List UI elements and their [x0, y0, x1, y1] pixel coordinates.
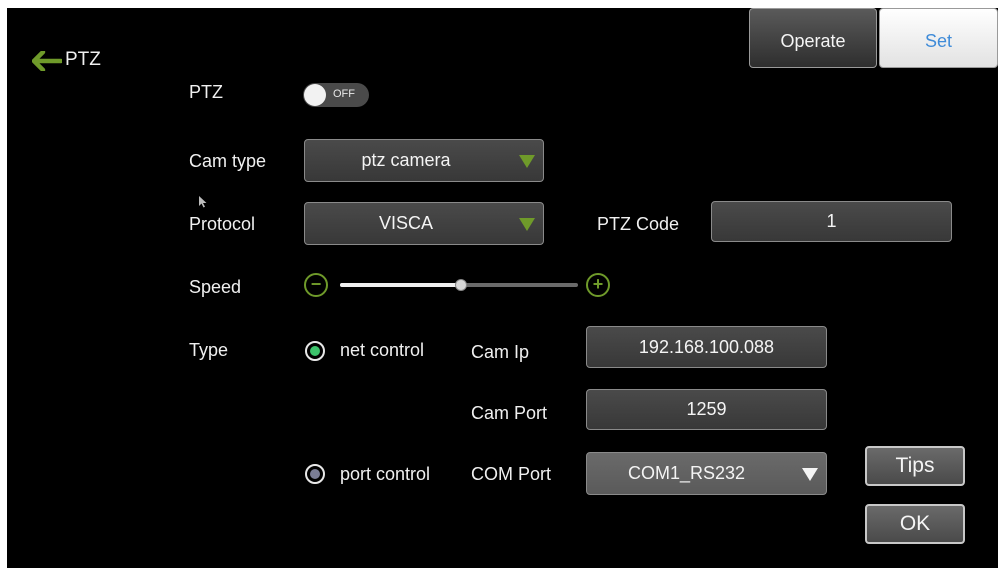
ok-button[interactable]: OK [865, 504, 965, 544]
radio-selected-dot [310, 346, 320, 356]
com-port-value: COM1_RS232 [627, 463, 746, 483]
back-arrow-icon [32, 51, 62, 71]
ptz-toggle[interactable]: OFF [303, 83, 369, 107]
cam-type-value: ptz camera [361, 150, 451, 170]
tips-button[interactable]: Tips [865, 446, 965, 486]
page-title: PTZ [65, 49, 101, 70]
net-control-label[interactable]: net control [340, 340, 424, 361]
tab-set-label: Set [924, 31, 953, 51]
radio-unselected-dot [310, 469, 320, 479]
speed-decrease-button[interactable]: − [304, 273, 328, 297]
dropdown-arrow-icon [519, 154, 535, 168]
com-port-label: COM Port [471, 464, 552, 484]
dropdown-arrow-icon [519, 217, 535, 231]
toggle-knob [304, 84, 326, 106]
ptz-code-value: 1 [826, 211, 837, 231]
protocol-value: VISCA [378, 213, 434, 233]
tab-operate-label: Operate [780, 31, 846, 51]
cam-port-label: Cam Port [471, 403, 548, 423]
slider-handle[interactable] [455, 279, 468, 291]
speed-slider[interactable] [340, 278, 578, 292]
speed-increase-button[interactable]: + [586, 273, 610, 297]
cam-ip-input[interactable]: 192.168.100.088 [586, 326, 827, 368]
tips-button-label: Tips [895, 454, 935, 477]
cam-ip-label: Cam Ip [471, 342, 530, 362]
net-control-radio[interactable] [305, 341, 325, 361]
cam-ip-value: 192.168.100.088 [638, 336, 775, 357]
ok-button-label: OK [899, 512, 931, 535]
cam-type-select[interactable]: ptz camera [304, 139, 544, 182]
toggle-state-text: OFF [333, 88, 355, 100]
port-control-label[interactable]: port control [340, 464, 430, 485]
dropdown-arrow-icon [802, 467, 818, 481]
back-button[interactable]: PTZ [32, 48, 112, 74]
ptz-label: PTZ [189, 82, 223, 102]
protocol-select[interactable]: VISCA [304, 202, 544, 245]
slider-fill [340, 283, 462, 287]
type-label: Type [189, 340, 229, 360]
tab-operate[interactable]: Operate [749, 8, 877, 68]
com-port-select[interactable]: COM1_RS232 [586, 452, 827, 495]
cam-type-label: Cam type [189, 151, 267, 171]
ptz-settings-screen: PTZ Operate Set PTZ OFF Cam type ptz cam… [7, 8, 998, 568]
ptz-code-input[interactable]: 1 [711, 201, 952, 242]
port-control-radio[interactable] [305, 464, 325, 484]
ptz-code-label: PTZ Code [597, 214, 680, 234]
protocol-label: Protocol [189, 214, 256, 234]
cam-port-value: 1259 [686, 399, 727, 419]
cam-port-input[interactable]: 1259 [586, 389, 827, 430]
tab-set[interactable]: Set [879, 8, 998, 68]
speed-label: Speed [189, 277, 242, 297]
mouse-cursor-icon [199, 196, 207, 208]
